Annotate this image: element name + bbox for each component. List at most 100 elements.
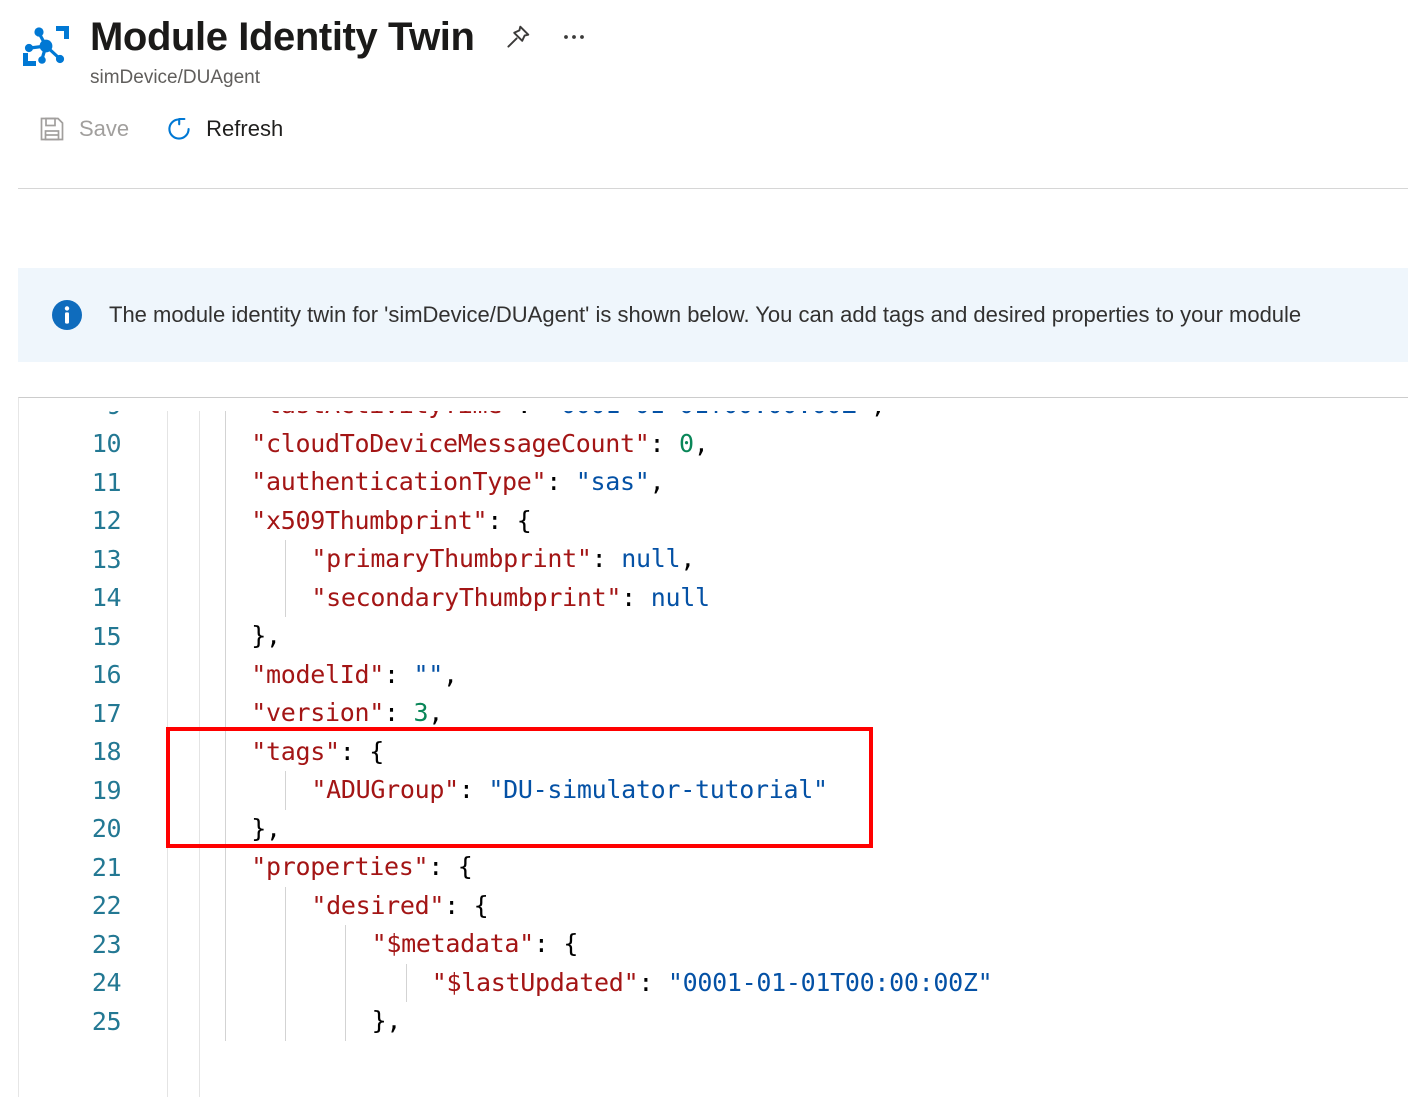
editor-top-clip [19, 398, 1408, 411]
line-number: 22 [91, 891, 122, 921]
token-punct: , [442, 659, 458, 689]
token-punct: : [546, 467, 576, 496]
token-str: "0001-01-01T00:00:00Z" [667, 967, 993, 997]
title-line: Module Identity Twin [90, 14, 589, 60]
code-line-text: "properties": { [167, 848, 1408, 887]
token-str: "sas" [575, 467, 650, 496]
info-banner: The module identity twin for 'simDevice/… [18, 268, 1408, 362]
line-number: 23 [91, 929, 122, 959]
info-circle-icon [51, 299, 83, 331]
line-number: 18 [91, 737, 122, 767]
line-number: 25 [91, 1006, 122, 1036]
token-str: null [650, 582, 710, 612]
token-punct: : [649, 428, 679, 458]
code-line: 17 "version": 3, [19, 694, 1408, 733]
code-line-text: "version": 3, [167, 694, 1408, 733]
token-num: 0 [679, 428, 694, 458]
json-editor-panel[interactable]: 9"lastActivityTime": "0001-01-01T00:00:0… [18, 397, 1408, 1097]
token-punct: }, [371, 1006, 402, 1035]
token-key: "version" [251, 698, 384, 727]
token-punct: : { [339, 736, 385, 766]
page-header: Module Identity Twin simDevice/DUAgent S… [0, 0, 1408, 189]
line-number: 19 [91, 775, 122, 805]
code-line-text: "cloudToDeviceMessageCount": 0, [167, 425, 1408, 464]
token-key: "primaryThumbprint" [311, 544, 592, 573]
title-block: Module Identity Twin simDevice/DUAgent [90, 14, 589, 90]
code-line: 12 "x509Thumbprint": { [19, 502, 1408, 541]
page-subtitle: simDevice/DUAgent [90, 67, 260, 88]
code-line: 13 "primaryThumbprint": null, [19, 540, 1408, 579]
line-number: 14 [91, 583, 122, 613]
token-punct: , [649, 467, 665, 496]
code-line-text: "ADUGroup": "DU-simulator-tutorial" [167, 771, 1408, 810]
token-key: "properties" [251, 852, 429, 881]
command-toolbar: Save Refresh [0, 90, 1408, 150]
token-punct: , [693, 428, 709, 458]
line-number: 21 [91, 852, 122, 882]
token-punct: : { [533, 929, 579, 958]
token-punct: }, [251, 813, 281, 843]
code-line: 21 "properties": { [19, 848, 1408, 887]
refresh-circular-arrow-icon [165, 115, 193, 143]
line-number: 17 [91, 698, 122, 728]
token-punct: : { [444, 890, 489, 920]
code-line-text: "desired": { [167, 887, 1408, 926]
page-title: Module Identity Twin [90, 15, 475, 59]
token-key: "modelId" [251, 659, 384, 689]
title-row: Module Identity Twin simDevice/DUAgent [0, 0, 1408, 90]
save-disk-icon [38, 115, 66, 143]
pin-icon[interactable] [503, 22, 533, 52]
code-line-text: "primaryThumbprint": null, [167, 540, 1408, 579]
code-line: 10 "cloudToDeviceMessageCount": 0, [19, 425, 1408, 464]
code-line-text: }, [167, 810, 1408, 849]
token-punct: : [458, 775, 489, 804]
line-number: 15 [91, 621, 122, 651]
ellipsis-icon[interactable] [559, 22, 589, 52]
line-number: 11 [91, 467, 122, 497]
code-line: 15}, [19, 617, 1408, 656]
code-line-text: "modelId": "", [167, 656, 1408, 695]
code-line: 24 "$lastUpdated": "0001-01-01T00:00:00Z" [19, 964, 1408, 1003]
token-punct: : [621, 582, 651, 612]
code-line-text: "$metadata": { [167, 925, 1408, 964]
refresh-label: Refresh [206, 116, 284, 141]
line-number: 20 [91, 814, 122, 844]
code-line-text: "secondaryThumbprint": null [167, 579, 1408, 618]
code-line: 19 "ADUGroup": "DU-simulator-tutorial" [19, 771, 1408, 810]
title-actions [503, 22, 589, 52]
token-punct: : [638, 967, 668, 997]
code-line-text: "x509Thumbprint": { [167, 502, 1408, 541]
token-key: "authenticationType" [251, 467, 547, 496]
code-line: 22 "desired": { [19, 887, 1408, 926]
token-punct: : [591, 544, 622, 573]
iot-hub-module-icon [18, 18, 74, 74]
token-punct: : { [428, 852, 473, 881]
line-number: 10 [91, 429, 122, 459]
token-punct: : [383, 698, 414, 727]
token-key: "$lastUpdated" [431, 967, 639, 997]
header-divider [18, 188, 1408, 189]
code-line: 23 "$metadata": { [19, 925, 1408, 964]
code-line: 18 "tags": { [19, 733, 1408, 772]
code-line: 20}, [19, 810, 1408, 849]
token-str: "DU-simulator-tutorial" [488, 775, 828, 804]
token-key: "ADUGroup" [311, 775, 459, 804]
token-str: "" [413, 659, 443, 689]
refresh-button[interactable]: Refresh [165, 115, 283, 143]
code-line-text: }, [167, 617, 1408, 656]
save-button[interactable]: Save [38, 115, 129, 143]
token-key: "x509Thumbprint" [251, 505, 488, 535]
token-key: "cloudToDeviceMessageCount" [251, 428, 650, 458]
code-line: 11 "authenticationType": "sas", [19, 463, 1408, 502]
line-number: 13 [91, 544, 122, 574]
info-banner-text: The module identity twin for 'simDevice/… [109, 302, 1302, 327]
code-line-text: "$lastUpdated": "0001-01-01T00:00:00Z" [167, 964, 1408, 1003]
token-str: null [621, 544, 681, 573]
code-line-text: }, [167, 1002, 1408, 1041]
token-punct: }, [251, 621, 281, 650]
token-num: 3 [413, 698, 429, 727]
line-number: 24 [91, 968, 122, 998]
code-line: 14 "secondaryThumbprint": null [19, 579, 1408, 618]
token-key: "$metadata" [371, 929, 535, 958]
code-line: 16 "modelId": "", [19, 656, 1408, 695]
